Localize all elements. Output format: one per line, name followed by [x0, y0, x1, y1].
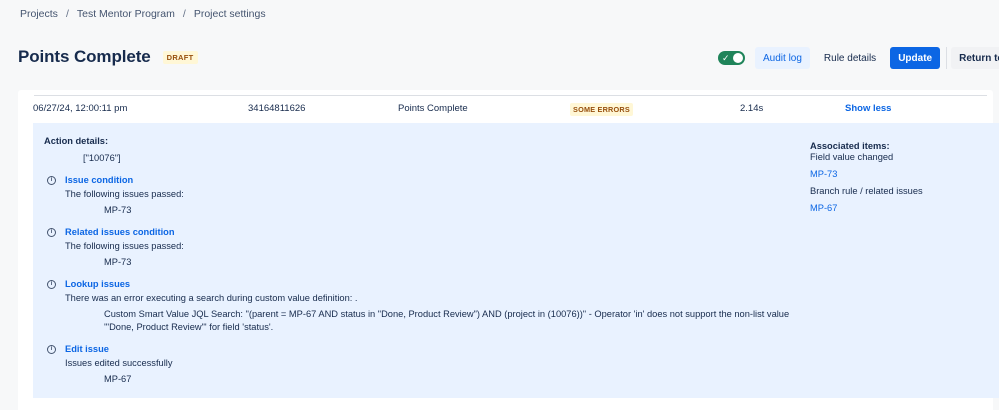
edit-issue-link[interactable]: Edit issue: [65, 344, 109, 354]
log-rule-name: Points Complete: [398, 103, 468, 114]
action-details-value: ["10076"]: [83, 153, 121, 163]
toggle-knob: [733, 53, 743, 63]
update-button[interactable]: Update: [890, 47, 941, 69]
breadcrumb: Projects / Test Mentor Program / Project…: [20, 8, 266, 20]
issue-condition-item: MP-73: [104, 205, 132, 215]
related-issues-condition-link[interactable]: Related issues condition: [65, 227, 175, 237]
info-icon: i: [47, 280, 56, 289]
associated-item-link[interactable]: MP-73: [810, 169, 837, 179]
issue-condition-message: The following issues passed:: [65, 189, 184, 199]
lookup-issues-error-line-2: '"Done, Product Review"' for field 'stat…: [104, 322, 274, 332]
associated-item-link[interactable]: MP-67: [810, 203, 837, 213]
lookup-issues-message: There was an error executing a search du…: [65, 293, 358, 303]
button-divider: [946, 47, 948, 69]
edit-issue-message: Issues edited successfully: [65, 358, 173, 368]
breadcrumb-projects[interactable]: Projects: [20, 8, 58, 20]
header-actions: ✓ Audit log Rule details Update Return t…: [718, 47, 999, 69]
log-datetime: 06/27/24, 12:00:11 pm: [33, 103, 128, 114]
status-badge: DRAFT: [162, 50, 198, 64]
info-icon: i: [47, 345, 56, 354]
info-icon: i: [47, 228, 56, 237]
title-row: Points Complete DRAFT: [18, 47, 198, 67]
check-icon: ✓: [722, 53, 730, 63]
log-duration: 2.14s: [740, 103, 764, 114]
related-issues-message: The following issues passed:: [65, 241, 184, 251]
action-details-label: Action details:: [44, 136, 109, 146]
return-to-rules-button[interactable]: Return to ru: [951, 47, 999, 69]
action-details-panel: Action details: ["10076"] i Issue condit…: [33, 123, 999, 398]
breadcrumb-project-settings[interactable]: Project settings: [194, 8, 266, 20]
related-issues-item: MP-73: [104, 257, 132, 267]
page-title: Points Complete: [18, 47, 151, 66]
breadcrumb-separator: /: [65, 8, 69, 20]
info-icon: i: [47, 176, 56, 185]
audit-log-panel: 06/27/24, 12:00:11 pm 34164811626 Points…: [18, 90, 999, 410]
log-id: 34164811626: [248, 103, 306, 114]
associated-group-branch-rule: Branch rule / related issues: [810, 186, 923, 196]
issue-condition-link[interactable]: Issue condition: [65, 175, 133, 185]
edit-issue-item: MP-67: [104, 374, 132, 384]
log-status-badge: SOME ERRORS: [570, 103, 633, 116]
associated-items-label: Associated items:: [810, 141, 890, 151]
rule-enabled-toggle[interactable]: ✓: [718, 51, 745, 65]
table-row[interactable]: 06/27/24, 12:00:11 pm 34164811626 Points…: [18, 103, 993, 123]
audit-log-button[interactable]: Audit log: [755, 47, 810, 69]
associated-group-field-value-changed: Field value changed: [810, 152, 894, 162]
rule-details-button[interactable]: Rule details: [816, 47, 884, 69]
lookup-issues-link[interactable]: Lookup issues: [65, 279, 130, 289]
breadcrumb-separator: /: [182, 8, 186, 20]
show-less-link[interactable]: Show less: [845, 103, 891, 114]
breadcrumb-test-mentor-program[interactable]: Test Mentor Program: [77, 8, 175, 20]
lookup-issues-error-line-1: Custom Smart Value JQL Search: "(parent …: [104, 309, 790, 319]
row-divider: [34, 95, 987, 96]
